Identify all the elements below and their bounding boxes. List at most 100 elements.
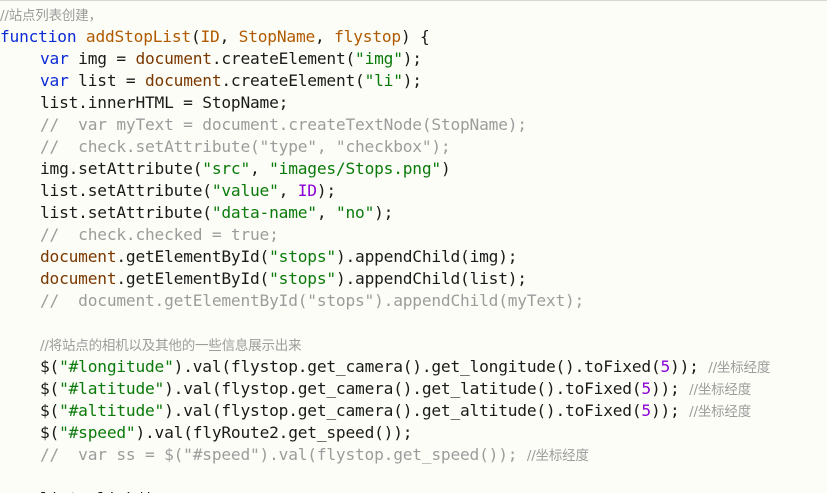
code-line[interactable]: function addStopList(ID, StopName, flyst…	[0, 26, 827, 48]
code-token: ,	[278, 181, 298, 200]
code-line[interactable]: $("#speed").val(flyRoute2.get_speed());	[0, 422, 827, 444]
code-token: "images/Stops.png"	[269, 159, 441, 178]
code-line[interactable]: $("#longitude").val(flystop.get_camera()…	[0, 356, 827, 378]
code-token: img =	[68, 49, 136, 68]
code-token: ));	[650, 401, 690, 420]
code-token: ).val(flystop.get_camera().get_longitude…	[173, 357, 661, 376]
code-token: ).appendChild(img);	[335, 247, 518, 266]
code-token: ).appendChild(list);	[335, 269, 527, 288]
code-token: "stops"	[269, 247, 336, 266]
code-token: "src"	[202, 159, 251, 178]
code-line[interactable]	[0, 466, 827, 488]
code-line[interactable]: document.getElementById("stops").appendC…	[0, 268, 827, 290]
code-editor[interactable]: //站点列表创建， function addStopList(ID, StopNa…	[0, 0, 827, 493]
code-token: ).val(flystop.get_camera().get_altitude(…	[164, 401, 642, 420]
code-token: "li"	[364, 71, 403, 90]
code-token: .createElement(	[221, 71, 365, 90]
code-token: document	[135, 49, 212, 68]
code-token: $(	[40, 401, 60, 420]
code-line[interactable]: list.innerHTML = StopName;	[0, 92, 827, 114]
code-line[interactable]	[0, 312, 827, 334]
code-token: var	[40, 49, 69, 68]
editor-top-border	[0, 0, 827, 1]
code-token: ,	[316, 203, 336, 222]
code-line[interactable]: // var ss = $("#speed").val(flystop.get_…	[0, 444, 827, 466]
code-token: //坐标经度	[689, 382, 752, 398]
code-token: //将站点的相机以及其他的一些信息展示出来	[40, 338, 302, 354]
code-token: 5	[641, 379, 651, 398]
code-line[interactable]: // check.setAttribute("type", "checkbox"…	[0, 136, 827, 158]
code-token: "#latitude"	[59, 379, 165, 398]
code-token: ,	[219, 27, 239, 46]
code-token: // check.setAttribute("type", "checkbox"…	[40, 137, 451, 156]
code-token: list.click()	[40, 489, 155, 493]
code-token: "#altitude"	[59, 401, 165, 420]
code-token: ID	[200, 27, 220, 46]
code-token: "stops"	[269, 269, 336, 288]
code-token: document	[145, 71, 222, 90]
code-token: addStopList	[85, 27, 191, 46]
code-token: list =	[68, 71, 146, 90]
code-token: );	[402, 49, 422, 68]
code-token: list.setAttribute(	[40, 181, 212, 200]
code-token: );	[374, 203, 394, 222]
code-line[interactable]: img.setAttribute("src", "images/Stops.pn…	[0, 158, 827, 180]
code-token: ) {	[400, 27, 430, 46]
code-line[interactable]: var list = document.createElement("li");	[0, 70, 827, 92]
code-token: .getElementById(	[116, 269, 270, 288]
code-token: // check.checked = true;	[40, 225, 279, 244]
code-line[interactable]: list.setAttribute("value", ID);	[0, 180, 827, 202]
code-token: $(	[40, 379, 60, 398]
code-token: "#speed"	[59, 423, 136, 442]
code-token: flystop	[334, 27, 401, 46]
code-token: .getElementById(	[116, 247, 270, 266]
code-token: "value"	[211, 181, 279, 200]
code-token: ID	[297, 181, 317, 200]
code-token: $(	[40, 423, 60, 442]
code-token: ).val(flystop.get_camera().get_latitude(…	[164, 379, 642, 398]
code-token: var	[40, 71, 69, 90]
code-token: StopName	[238, 27, 316, 46]
code-token: ));	[670, 357, 709, 376]
code-line[interactable]: //将站点的相机以及其他的一些信息展示出来	[0, 334, 827, 356]
code-token: );	[402, 71, 422, 90]
code-token: list.setAttribute(	[40, 203, 212, 222]
code-line[interactable]: // check.checked = true;	[0, 224, 827, 246]
code-token: "data-name"	[211, 203, 317, 222]
code-token: list.innerHTML = StopName;	[40, 93, 289, 112]
code-token: "#longitude"	[59, 357, 174, 376]
code-token: // var ss = $("#speed").val(flystop.get_…	[40, 445, 527, 464]
code-line[interactable]: document.getElementById("stops").appendC…	[0, 246, 827, 268]
code-line[interactable]: $("#altitude").val(flystop.get_camera().…	[0, 400, 827, 422]
code-token: 5	[641, 401, 651, 420]
code-token: document	[40, 269, 117, 288]
code-token: ).val(flyRoute2.get_speed());	[135, 423, 413, 442]
code-token: 5	[660, 357, 671, 376]
code-line[interactable]: // document.getElementById("stops").appe…	[0, 290, 827, 312]
code-token: function	[0, 27, 77, 46]
code-token: img.setAttribute(	[40, 159, 203, 178]
code-token: // var myText = document.createTextNode(…	[40, 115, 527, 134]
code-token: //坐标经度	[526, 448, 589, 464]
code-token: .createElement(	[211, 49, 356, 68]
code-token: ,	[315, 27, 335, 46]
code-token: "no"	[335, 203, 375, 222]
code-token: $(	[40, 357, 60, 376]
code-line[interactable]: list.click()	[0, 488, 827, 493]
code-line[interactable]: list.setAttribute("data-name", "no");	[0, 202, 827, 224]
code-token: //坐标经度	[689, 404, 752, 420]
code-token: document	[40, 247, 117, 266]
code-line[interactable]: var img = document.createElement("img");	[0, 48, 827, 70]
code-token: );	[316, 181, 336, 200]
code-line[interactable]: $("#latitude").val(flystop.get_camera().…	[0, 378, 827, 400]
code-token: // document.getElementById("stops").appe…	[40, 291, 585, 310]
code-line[interactable]: //站点列表创建，	[0, 4, 827, 26]
code-line[interactable]: // var myText = document.createTextNode(…	[0, 114, 827, 136]
code-token: ,	[250, 159, 270, 178]
code-token: )	[440, 159, 451, 178]
code-area[interactable]: //站点列表创建， function addStopList(ID, StopNa…	[0, 4, 827, 493]
code-token: ));	[650, 379, 690, 398]
code-token: //坐标经度	[708, 360, 771, 376]
code-token: "img"	[355, 49, 403, 68]
